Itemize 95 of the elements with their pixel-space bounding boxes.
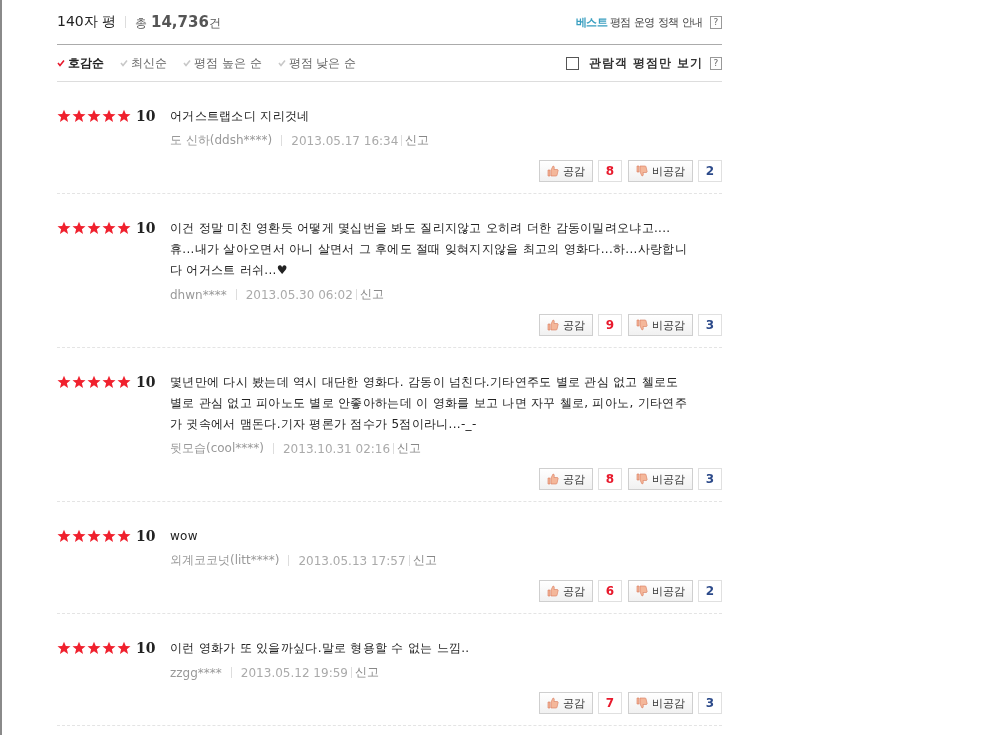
sort-option[interactable]: 최신순 [120, 54, 167, 72]
check-icon [57, 59, 65, 67]
filter-label: 관람객 평점만 보기 [588, 54, 703, 72]
sort-option[interactable]: 평점 낮은 순 [277, 54, 357, 72]
dislike-count: 2 [698, 580, 722, 602]
review-text: 이건 정말 미친 영환듯 어떻게 몇십번을 봐도 질리지않고 오히려 더한 감동이밀려오냐고.... 휴...내가 살아오면서 아니 살면서 그 후에도 절때 잊혀지지않을 최고의 영화다...하...사랑합니다 어거스트 러쉬...♥ [170, 220, 688, 279]
sort-option[interactable]: 평점 높은 순 [183, 54, 262, 72]
thumbs-down-icon [636, 697, 648, 709]
review-date: 2013.10.31 02:16 [283, 441, 391, 456]
thumbs-down-icon [636, 165, 648, 177]
author-name: zzgg**** [170, 665, 222, 680]
sort-option[interactable]: 호감순 [57, 54, 104, 72]
dislike-button[interactable]: 비공감 [628, 314, 693, 336]
star-icon [57, 220, 71, 235]
star-icon [102, 528, 116, 543]
score: 10 [136, 107, 156, 124]
star-icon [72, 108, 86, 123]
star-icon [102, 374, 116, 389]
author-name: 외계코코넛(litt****) [170, 552, 280, 569]
report-link[interactable]: 신고 [405, 132, 430, 149]
star-icon [57, 528, 71, 543]
star-icon [57, 640, 71, 655]
like-count: 9 [598, 314, 622, 336]
star-icon [117, 374, 131, 389]
like-button[interactable]: 공감 [539, 160, 593, 182]
like-button[interactable]: 공감 [539, 580, 593, 602]
like-button[interactable]: 공감 [539, 692, 593, 714]
thumbs-down-icon [636, 585, 648, 597]
author-name: 도 신하(ddsh****) [170, 132, 273, 149]
thumbs-up-icon [547, 697, 559, 709]
dislike-count: 2 [698, 160, 722, 182]
policy-link[interactable]: 베스트 평점 운영 정책 안내 [575, 14, 703, 30]
star-icon [102, 220, 116, 235]
like-count: 6 [598, 580, 622, 602]
thumbs-down-icon [636, 473, 648, 485]
dislike-count: 3 [698, 692, 722, 714]
review-date: 2013.05.30 06:02 [245, 287, 353, 302]
review-text: 어거스트랩소디 지리것네 [170, 108, 311, 125]
star-icon [117, 640, 131, 655]
star-icon [102, 640, 116, 655]
review-text: 몇년만에 다시 봤는데 역시 대단한 영화다. 감동이 넘친다.기타연주도 별로 관심 없고 첼로도 별로 관심 없고 피아노도 별로 안좋아하는데 이 영화를 보고 나면 자꾸 첼로, 피아노, 기타연주가 귓속에서 맴돈다.기자 평론가 점수가 5점이라니...-_- [170, 374, 688, 433]
star-icon [117, 528, 131, 543]
star-icon [117, 220, 131, 235]
review-text: wow [170, 528, 199, 545]
check-icon [120, 59, 128, 67]
like-count: 8 [598, 468, 622, 490]
dislike-button[interactable]: 비공감 [628, 580, 693, 602]
dislike-button[interactable]: 비공감 [628, 692, 693, 714]
score: 10 [136, 527, 156, 544]
help-icon[interactable]: ? [710, 15, 722, 29]
star-icon [87, 108, 101, 123]
star-icon [57, 374, 71, 389]
star-icon [57, 108, 71, 123]
star-icon [87, 640, 101, 655]
star-icon [117, 108, 131, 123]
star-icon [72, 640, 86, 655]
like-count: 8 [598, 160, 622, 182]
star-icon [87, 374, 101, 389]
star-icon [87, 220, 101, 235]
dislike-count: 3 [698, 314, 722, 336]
dislike-button[interactable]: 비공감 [628, 160, 693, 182]
check-icon [183, 59, 191, 67]
help-icon[interactable]: ? [710, 56, 722, 70]
section-title: 140자 평 [57, 13, 117, 31]
review-date: 2013.05.17 16:34 [291, 133, 399, 148]
like-button[interactable]: 공감 [539, 314, 593, 336]
star-icon [72, 374, 86, 389]
total-count: 총 14,736건 [135, 12, 221, 32]
thumbs-up-icon [547, 585, 559, 597]
report-link[interactable]: 신고 [359, 286, 384, 303]
score: 10 [136, 373, 156, 390]
star-icon [102, 108, 116, 123]
star-icon [72, 528, 86, 543]
like-button[interactable]: 공감 [539, 468, 593, 490]
check-icon [277, 59, 286, 67]
review-text: 이런 영화가 또 있을까싶다.말로 형용할 수 없는 느낌.. [170, 640, 471, 657]
dislike-count: 3 [698, 468, 722, 490]
report-link[interactable]: 신고 [412, 552, 437, 569]
dislike-button[interactable]: 비공감 [628, 468, 693, 490]
score: 10 [136, 639, 156, 656]
author-name: dhwn**** [170, 287, 227, 302]
thumbs-up-icon [547, 473, 559, 485]
star-icon [87, 528, 101, 543]
review-date: 2013.05.13 17:57 [298, 553, 406, 568]
report-link[interactable]: 신고 [397, 440, 422, 457]
report-link[interactable]: 신고 [354, 664, 379, 681]
checkbox[interactable] [565, 56, 579, 70]
thumbs-down-icon [636, 319, 648, 331]
thumbs-up-icon [547, 319, 559, 331]
score: 10 [136, 219, 156, 236]
thumbs-up-icon [547, 165, 559, 177]
review-date: 2013.05.12 19:59 [240, 665, 348, 680]
author-name: 뒷모습(cool****) [170, 440, 264, 457]
star-icon [72, 220, 86, 235]
like-count: 7 [598, 692, 622, 714]
